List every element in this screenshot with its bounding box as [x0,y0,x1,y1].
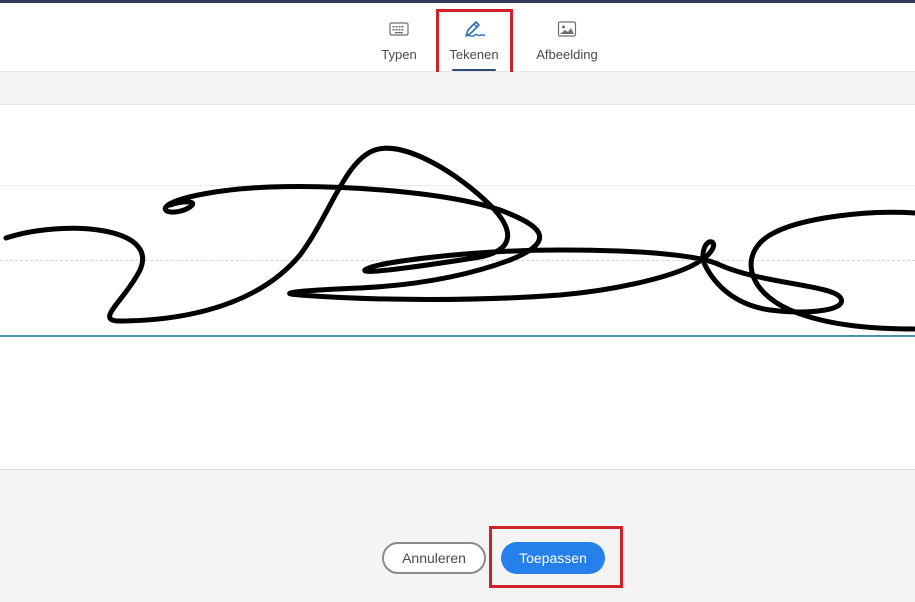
tab-typen[interactable]: Typen [380,17,418,73]
signature-mode-bar: Typen Tekenen Afbeelding [0,0,915,72]
tab-afbeelding-label: Afbeelding [536,47,598,62]
pen-signature-icon [462,17,486,41]
image-icon [557,17,577,41]
tab-tekenen-label: Tekenen [449,47,499,62]
signature-drawing-canvas[interactable] [0,105,915,469]
tab-typen-label: Typen [381,47,417,62]
apply-button[interactable]: Toepassen [501,542,605,574]
toolbar-band [0,72,915,105]
active-tab-indicator [452,69,496,71]
dialog-footer: Annuleren Toepassen [0,469,915,602]
tab-afbeelding[interactable]: Afbeelding [536,17,598,73]
tab-tekenen[interactable]: Tekenen [446,17,502,73]
drawn-signature [3,145,915,332]
keyboard-icon [389,17,409,41]
cancel-button[interactable]: Annuleren [382,542,486,574]
